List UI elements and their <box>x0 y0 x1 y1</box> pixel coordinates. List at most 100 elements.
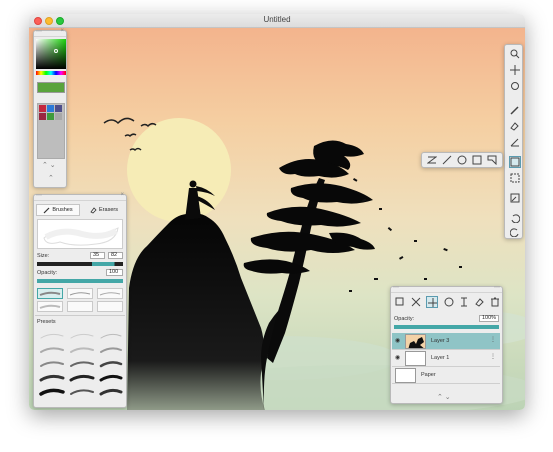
opacity-field[interactable]: 100 <box>106 269 123 276</box>
drawing-canvas[interactable]: ⋯ × ⌃ ⌄ ⌃ ⋯ × Brushes Erasers Size: 35 8… <box>29 28 525 410</box>
color-swatch[interactable] <box>55 105 62 112</box>
undo-button[interactable] <box>509 212 521 224</box>
line-zigzag-icon[interactable] <box>426 155 437 165</box>
circle-icon[interactable] <box>457 155 467 165</box>
layer-thumbnail <box>405 351 426 366</box>
color-swatch[interactable] <box>47 105 54 112</box>
sun <box>127 118 231 222</box>
opacity-slider[interactable] <box>37 279 123 283</box>
rotate-tool[interactable] <box>509 80 521 92</box>
color-panel: ⋯ × ⌃ ⌄ ⌃ <box>33 28 67 188</box>
presets-label: Presets <box>37 319 56 325</box>
rect-select-tool[interactable] <box>509 172 521 184</box>
rect-select-icon <box>510 173 520 183</box>
rotate-icon <box>511 82 519 90</box>
layer-thumbnail <box>395 368 416 383</box>
brush-shape-5[interactable] <box>67 301 93 312</box>
erase-layer-icon[interactable] <box>474 297 485 307</box>
shape-toolbar <box>421 152 503 168</box>
color-picker-handle[interactable] <box>54 49 58 53</box>
transform-layer-icon[interactable] <box>411 297 421 307</box>
brush-presets[interactable] <box>37 328 125 406</box>
eraser-icon <box>90 206 97 213</box>
layer-name: Layer 3 <box>431 338 450 344</box>
brush-preview <box>37 219 123 249</box>
layer-tools <box>395 296 500 308</box>
transform-tool[interactable] <box>509 192 521 204</box>
brush-shape-4[interactable] <box>37 301 63 312</box>
panel-grip-icon[interactable]: ⋯ <box>393 284 399 291</box>
color-picker-square[interactable] <box>36 39 66 69</box>
hue-slider[interactable] <box>36 71 66 75</box>
eraser-tool[interactable] <box>509 120 521 132</box>
visibility-eye-icon[interactable]: ◉ <box>395 337 400 344</box>
rectangle-icon[interactable] <box>472 155 482 165</box>
app-window: Untitled ⋯ × ⌃ ⌄ ⌃ ⋯ × Brushes Erasers S… <box>29 14 525 410</box>
title-bar: Untitled <box>29 14 525 28</box>
panel-close-icon[interactable]: × <box>120 192 124 198</box>
layer-name: Layer 1 <box>431 355 450 361</box>
layer-name: Paper <box>421 372 436 378</box>
tab-brushes[interactable]: Brushes <box>36 204 80 216</box>
line-icon[interactable] <box>442 155 452 165</box>
size-min-field[interactable]: 35 <box>90 252 105 259</box>
move-tool[interactable] <box>509 64 521 76</box>
rotate-layer-icon[interactable] <box>444 297 454 307</box>
window-title: Untitled <box>263 15 291 24</box>
zoom-icon <box>510 49 520 59</box>
brush-shape-6[interactable] <box>97 301 123 312</box>
redo-icon <box>510 228 519 237</box>
move-icon <box>510 65 520 75</box>
zoom-tool[interactable] <box>509 48 521 60</box>
tool-bar <box>504 44 523 239</box>
smudge-icon <box>510 138 519 147</box>
layer-opacity-slider[interactable] <box>394 325 499 329</box>
redo-button[interactable] <box>509 226 521 238</box>
tab-erasers[interactable]: Erasers <box>82 204 126 216</box>
move-layer-icon[interactable] <box>426 296 438 308</box>
size-max-field[interactable]: 82 <box>108 252 123 259</box>
color-swatch[interactable] <box>55 113 62 120</box>
size-label: Size: <box>37 253 50 259</box>
flip-layer-icon[interactable] <box>459 297 469 307</box>
panel-expand-icon[interactable]: ⌃ ⌄ <box>42 161 56 169</box>
layer-opacity-label: Opacity: <box>394 316 415 322</box>
panel-grip-icon[interactable]: ⋯ <box>36 28 42 35</box>
color-swatch[interactable] <box>39 105 46 112</box>
layer-menu-icon[interactable]: ⋮ <box>490 353 496 360</box>
panel-collapse-icon[interactable]: ⌃ <box>48 174 54 182</box>
polygon-icon[interactable] <box>487 155 497 165</box>
color-swatch[interactable] <box>39 113 46 120</box>
panel-close-icon[interactable]: × <box>60 28 64 34</box>
current-color-swatch[interactable] <box>37 82 65 93</box>
size-slider[interactable] <box>37 262 123 266</box>
new-layer-icon[interactable] <box>395 297 405 307</box>
layers-list: ◉ Layer 3 ⋮ ◉ Layer 1 ⋮ Paper <box>391 333 502 393</box>
panel-expand-icon[interactable]: ⌃ ⌄ <box>437 393 451 401</box>
color-swatch[interactable] <box>47 113 54 120</box>
layer-menu-icon[interactable]: ⋮ <box>490 336 496 343</box>
layers-panel: ⋯ ⋯ Opacity: 100% ◉ Layer 3 ⋮ ◉ Layer 1 … <box>390 284 503 404</box>
brush-shape-2[interactable] <box>67 288 93 299</box>
brush-tool[interactable] <box>509 104 521 116</box>
tab-erasers-label: Erasers <box>99 207 118 213</box>
brush-shape-3[interactable] <box>97 288 123 299</box>
panel-close-icon[interactable]: ⋯ <box>494 284 500 291</box>
panel-grip-icon[interactable]: ⋯ <box>36 192 42 199</box>
layer-thumbnail <box>405 334 426 349</box>
selection-icon <box>510 157 520 167</box>
tab-brushes-label: Brushes <box>52 207 73 213</box>
layer-row[interactable]: Paper <box>392 367 500 384</box>
smudge-tool[interactable] <box>509 136 521 148</box>
brushes-panel: ⋯ × Brushes Erasers Size: 35 82 Opacity: … <box>33 192 127 408</box>
brush-shape-1[interactable] <box>37 288 63 299</box>
swatch-grid <box>37 103 65 159</box>
layer-row[interactable]: ◉ Layer 1 ⋮ <box>392 350 500 367</box>
opacity-label: Opacity: <box>37 270 58 276</box>
layer-opacity-field[interactable]: 100% <box>479 315 499 322</box>
shape-tool[interactable] <box>509 156 521 168</box>
transform-icon <box>510 193 520 203</box>
visibility-eye-icon[interactable]: ◉ <box>395 354 400 361</box>
trash-icon[interactable] <box>490 297 500 307</box>
layer-row[interactable]: ◉ Layer 3 ⋮ <box>392 333 500 350</box>
